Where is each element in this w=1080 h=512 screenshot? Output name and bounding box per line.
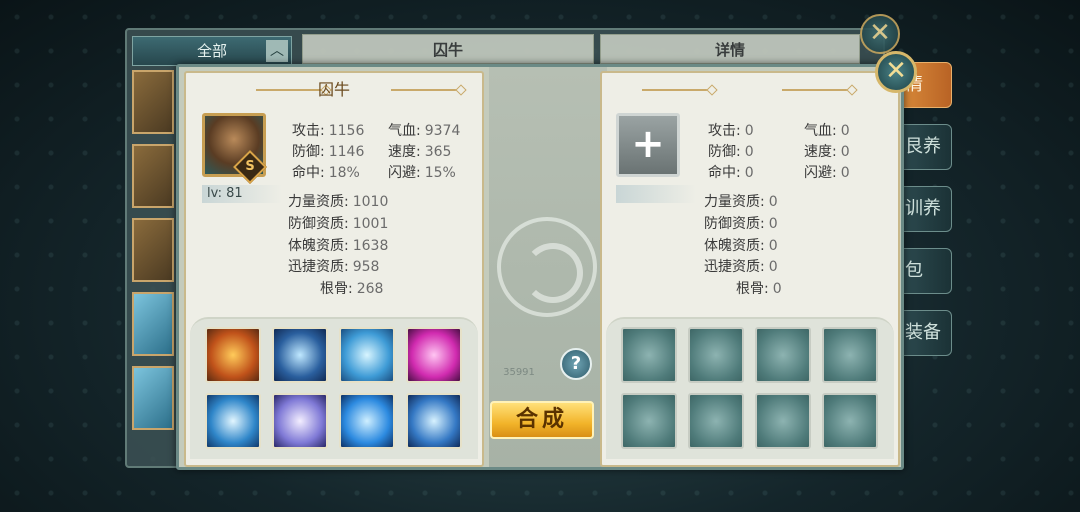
lightning-icon[interactable] xyxy=(205,393,261,449)
stat-defense: 防御: 0 xyxy=(708,144,754,160)
list-item[interactable] xyxy=(132,144,174,208)
side-tab-bag[interactable]: 包 xyxy=(900,248,952,294)
blue-heart-icon[interactable] xyxy=(339,393,395,449)
stat-hp: 气血: 0 xyxy=(804,123,850,139)
empty-skill-slot xyxy=(621,393,677,449)
empty-skill-slot xyxy=(755,327,811,383)
level-label: lv: 81 xyxy=(202,185,282,203)
aptitude-physique: 体魄资质: 1638 xyxy=(288,238,389,254)
left-pet-panel: 囚牛 S lv: 81 攻击: 1156 气血: 9374 防御: 1146 速度: 3… xyxy=(184,71,484,467)
skill-grid xyxy=(190,317,478,459)
stat-dodge: 闪避: 15% xyxy=(388,165,456,181)
merge-button[interactable]: 合成 xyxy=(490,401,594,439)
grade-letter: S xyxy=(245,159,255,174)
back-close-icon: ✕ xyxy=(860,14,900,54)
right-pet-panel: + 攻击: 0 气血: 0 防御: 0 速度: 0 命中: 0 闪避: 0 力量资质: 0 防… xyxy=(600,71,900,467)
add-pet-button[interactable]: + xyxy=(616,113,680,177)
aptitude-physique: 体魄资质: 0 xyxy=(704,238,778,254)
side-tab-train[interactable]: 训养 xyxy=(900,186,952,232)
merge-dialog: 35991 囚牛 S lv: 81 攻击: 1156 气血: 9374 防御: 114… xyxy=(176,64,904,470)
stat-defense: 防御: 1146 xyxy=(292,144,365,160)
title-ornament xyxy=(782,89,852,91)
crystal-icon[interactable] xyxy=(339,327,395,383)
empty-skill-slot xyxy=(822,327,878,383)
stat-speed: 速度: 365 xyxy=(388,144,452,160)
tab-name: 囚牛 xyxy=(302,34,594,64)
orb-icon[interactable] xyxy=(272,393,328,449)
dragon-emblem-icon xyxy=(497,217,597,317)
close-icon[interactable]: ✕ xyxy=(875,51,917,93)
title-ornament xyxy=(642,89,712,91)
heart-pink-icon[interactable] xyxy=(406,327,462,383)
chevron-up-icon[interactable]: ︿ xyxy=(266,40,288,62)
stat-attack: 攻击: 1156 xyxy=(292,123,365,139)
crossed-swords-icon[interactable] xyxy=(406,393,462,449)
help-button[interactable]: ? xyxy=(560,348,592,380)
fire-ring-icon[interactable] xyxy=(205,327,261,383)
aptitude-power: 力量资质: 1010 xyxy=(288,194,389,210)
empty-skill-slot xyxy=(822,393,878,449)
side-tab-nurture[interactable]: 艮养 xyxy=(900,124,952,170)
empty-skill-slot xyxy=(621,327,677,383)
title-ornament xyxy=(391,89,461,91)
aptitude-root: 根骨: 0 xyxy=(736,281,782,297)
empty-skill-slot xyxy=(688,393,744,449)
tab-details: 详情 xyxy=(600,34,860,64)
list-item[interactable] xyxy=(132,292,174,356)
list-item[interactable] xyxy=(132,366,174,430)
stat-speed: 速度: 0 xyxy=(804,144,850,160)
skill-grid xyxy=(606,317,894,459)
stat-attack: 攻击: 0 xyxy=(708,123,754,139)
stat-dodge: 闪避: 0 xyxy=(804,165,850,181)
stat-hp: 气血: 9374 xyxy=(388,123,461,139)
aptitude-defense: 防御资质: 1001 xyxy=(288,216,389,232)
empty-skill-slot xyxy=(688,327,744,383)
level-placeholder xyxy=(616,185,696,203)
empty-skill-slot xyxy=(755,393,811,449)
side-tab-equip[interactable]: 装备 xyxy=(900,310,952,356)
filter-dropdown[interactable]: 全部 ︿ xyxy=(132,36,292,66)
list-item[interactable] xyxy=(132,218,174,282)
pet-list xyxy=(132,70,174,440)
side-tabs: 情 艮养 训养 包 装备 xyxy=(900,62,952,372)
faded-number: 35991 xyxy=(503,367,535,378)
aptitude-root: 根骨: 268 xyxy=(320,281,384,297)
stat-hit: 命中: 18% xyxy=(292,165,360,181)
aptitude-agility: 迅捷资质: 0 xyxy=(704,259,778,275)
aptitude-agility: 迅捷资质: 958 xyxy=(288,259,380,275)
ice-shards-icon[interactable] xyxy=(272,327,328,383)
aptitude-power: 力量资质: 0 xyxy=(704,194,778,210)
filter-label: 全部 xyxy=(196,42,227,60)
aptitude-defense: 防御资质: 0 xyxy=(704,216,778,232)
stat-hit: 命中: 0 xyxy=(708,165,754,181)
list-item[interactable] xyxy=(132,70,174,134)
